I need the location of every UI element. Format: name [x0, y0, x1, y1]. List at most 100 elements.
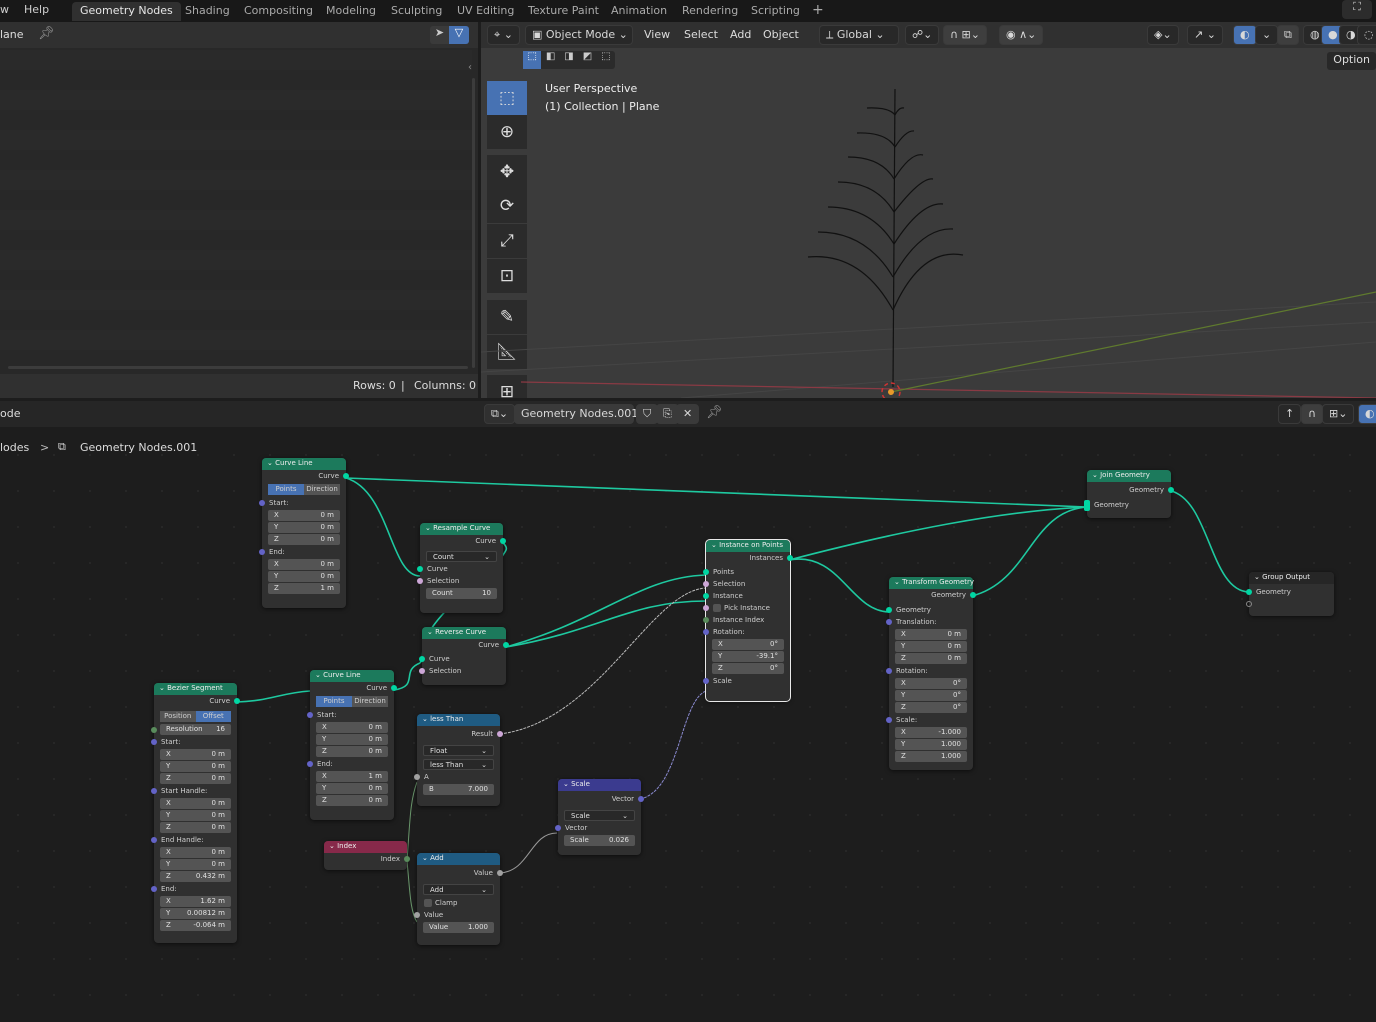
tab-scripting[interactable]: Scripting [743, 2, 808, 21]
mode-direction[interactable]: Direction [304, 484, 340, 495]
node-curve-line[interactable]: ⌄ Curve Line Curve Points Direction Start… [307, 670, 397, 820]
socket[interactable] [500, 538, 506, 544]
field-rotation-x[interactable]: X 0° [895, 678, 967, 689]
field-scale[interactable]: Scale 0.026 [564, 835, 635, 846]
field-translation-z[interactable]: Z0 m [895, 653, 967, 664]
tab-geometry-nodes[interactable]: Geometry Nodes [72, 2, 181, 21]
socket[interactable] [703, 678, 709, 684]
node-curve-line[interactable]: ⌄ Curve Line Curve Points Direction Start… [259, 458, 349, 608]
tab-compositing[interactable]: Compositing [236, 2, 321, 21]
socket[interactable] [703, 629, 709, 635]
socket-multi[interactable] [1084, 500, 1090, 511]
socket[interactable] [1246, 589, 1252, 595]
node-header[interactable]: ⌄ less Than [417, 714, 500, 726]
type-dropdown[interactable]: Float ⌄ [423, 745, 494, 756]
socket[interactable] [638, 796, 644, 802]
field-start-x[interactable]: X0 m [316, 722, 388, 733]
menu-window[interactable]: w [0, 3, 9, 16]
mode-points[interactable]: Points [268, 484, 304, 495]
node-header[interactable]: ⌄ Add [417, 853, 500, 865]
field-scale-y[interactable]: Y 1.000 [895, 739, 967, 750]
mode-dropdown[interactable]: Count ⌄ [426, 551, 497, 562]
field-start-x[interactable]: X0 m [268, 510, 340, 521]
filter-icon[interactable]: ▽ [449, 26, 469, 44]
tab-rendering[interactable]: Rendering [674, 2, 746, 21]
node-index[interactable]: ⌄ Index Index [324, 841, 410, 870]
node-header[interactable]: ⌄ Join Geometry [1087, 470, 1171, 482]
field-eh-z[interactable]: Z 0.432 m [160, 871, 231, 882]
horizontal-scrollbar[interactable] [8, 366, 468, 369]
node-instance-on-points[interactable]: ⌄ Instance on Points Instances Points Se… [703, 539, 793, 702]
node-header[interactable]: ⌄ Transform Geometry [889, 577, 974, 589]
field-b[interactable]: B 7.000 [423, 784, 494, 795]
node-header[interactable]: ⌄ Resample Curve [420, 523, 503, 535]
tab-shading[interactable]: Shading [177, 2, 238, 21]
field-translation-x[interactable]: X0 m [895, 629, 967, 640]
field-end-x[interactable]: X 1.62 m [160, 896, 231, 907]
tab-texture-paint[interactable]: Texture Paint [520, 2, 607, 21]
node-header[interactable]: ⌄ Curve Line [310, 670, 394, 682]
field-eh-y[interactable]: Y0 m [160, 859, 231, 870]
mode-points[interactable]: Points [316, 696, 352, 707]
3d-viewport[interactable]: ⌖ ⌄ ▣ Object Mode ⌄ View Select Add Obje… [481, 22, 1376, 402]
field-start-z[interactable]: Z0 m [268, 534, 340, 545]
field-sh-z[interactable]: Z0 m [160, 822, 231, 833]
checkbox[interactable] [713, 604, 721, 612]
socket[interactable] [503, 642, 509, 648]
field-end-z[interactable]: Z0 m [316, 795, 388, 806]
field-value[interactable]: Value 1.000 [423, 922, 494, 933]
node-header[interactable]: ⌄ Instance on Points [706, 540, 790, 552]
node-header[interactable]: ⌄ Scale [558, 779, 641, 791]
checkbox[interactable] [424, 899, 432, 907]
operation-dropdown[interactable]: Add ⌄ [423, 884, 494, 895]
field-scale-z[interactable]: Z 1.000 [895, 751, 967, 762]
node-join-geometry[interactable]: ⌄ Join Geometry Geometry Geometry [1084, 470, 1174, 518]
socket[interactable] [497, 870, 503, 876]
socket[interactable] [886, 607, 892, 613]
field-rotation-y[interactable]: Y -39.1° [712, 651, 784, 662]
socket[interactable] [151, 788, 157, 794]
node-vector-scale[interactable]: ⌄ Scale Vector Scale ⌄ Vector Scale 0.026 [555, 779, 644, 855]
socket[interactable] [307, 761, 313, 767]
scene-icon[interactable]: ⛶ [1342, 0, 1372, 19]
socket[interactable] [151, 837, 157, 843]
socket[interactable] [1168, 487, 1174, 493]
node-reverse-curve[interactable]: ⌄ Reverse Curve Curve Curve Selection [419, 627, 509, 685]
node-resample-curve[interactable]: ⌄ Resample Curve Curve Count ⌄ Curve Sele… [417, 523, 506, 613]
node-header[interactable]: ⌄ Group Output [1249, 572, 1334, 584]
field-start-x[interactable]: X0 m [160, 749, 231, 760]
socket[interactable] [703, 593, 709, 599]
field-count[interactable]: Count 10 [426, 588, 497, 599]
socket[interactable] [151, 886, 157, 892]
socket[interactable] [497, 731, 503, 737]
field-end-x[interactable]: X0 m [268, 559, 340, 570]
field-start-y[interactable]: Y0 m [268, 522, 340, 533]
socket[interactable] [414, 774, 420, 780]
field-scale-x[interactable]: X -1.000 [895, 727, 967, 738]
socket[interactable] [419, 656, 425, 662]
collapse-sidebar-icon[interactable]: ‹ [468, 62, 472, 73]
socket[interactable] [886, 717, 892, 723]
field-sh-y[interactable]: Y0 m [160, 810, 231, 821]
socket[interactable] [414, 912, 420, 918]
operation-dropdown[interactable]: Scale ⌄ [564, 810, 635, 821]
socket[interactable] [555, 825, 561, 831]
add-workspace-button[interactable]: + [804, 0, 832, 19]
tab-uv-editing[interactable]: UV Editing [449, 2, 522, 21]
node-bezier-segment[interactable]: ⌄ Bezier Segment Curve Position Offset Re… [151, 683, 240, 943]
field-rotation-z[interactable]: Z 0° [712, 663, 784, 674]
socket[interactable] [391, 685, 397, 691]
socket[interactable] [787, 555, 793, 561]
socket[interactable] [703, 569, 709, 575]
field-start-y[interactable]: Y0 m [316, 734, 388, 745]
node-math-add[interactable]: ⌄ Add Value Add ⌄ Clamp Value Value 1.000 [414, 853, 503, 945]
socket[interactable] [307, 712, 313, 718]
mode-direction[interactable]: Direction [352, 696, 388, 707]
node-editor[interactable]: ode ⧉⌄ Geometry Nodes.001 ⛉ ⎘ ✕ 📌︎ ↑ ∩ ⊞… [0, 401, 1376, 1022]
field-rotation-x[interactable]: X 0° [712, 639, 784, 650]
mode-position[interactable]: Position [160, 711, 196, 722]
selected-only-icon[interactable]: ➤ [430, 26, 449, 44]
socket[interactable] [259, 500, 265, 506]
socket[interactable] [417, 578, 423, 584]
socket[interactable] [970, 592, 976, 598]
